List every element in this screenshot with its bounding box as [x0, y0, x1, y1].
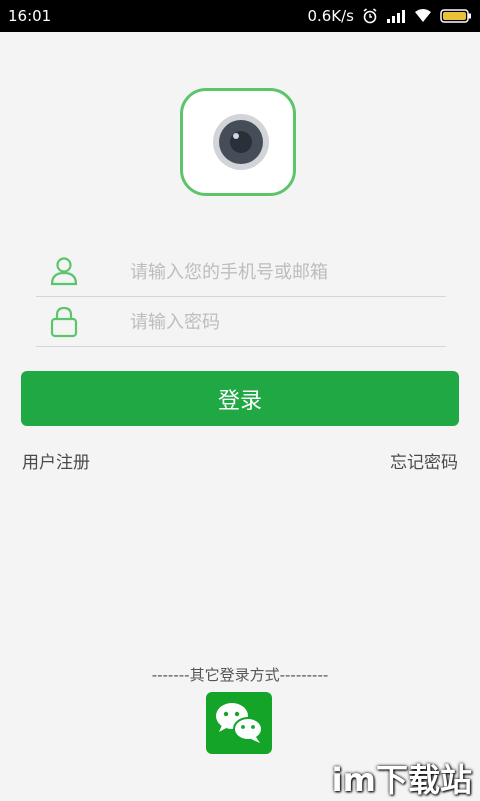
lock-icon — [50, 306, 78, 342]
other-login-label: -------其它登录方式--------- — [151, 666, 329, 684]
watermark: im下载站 — [331, 761, 472, 799]
cell-signal-icon — [386, 8, 406, 24]
user-icon — [50, 256, 78, 290]
status-time: 16:01 — [8, 7, 52, 25]
phone-email-input[interactable] — [128, 256, 432, 288]
wifi-icon — [414, 8, 432, 24]
status-bar: 16:01 0.6K/s — [0, 0, 480, 32]
password-field — [36, 298, 446, 347]
phone-email-field — [36, 248, 446, 297]
status-icons: 0.6K/s — [307, 7, 472, 25]
wechat-login-button[interactable] — [206, 692, 272, 754]
battery-icon — [440, 8, 472, 24]
password-input[interactable] — [128, 306, 432, 338]
wechat-icon — [216, 703, 263, 743]
camera-lens-icon — [213, 114, 269, 170]
app-logo — [180, 88, 296, 196]
login-button[interactable]: 登录 — [21, 371, 459, 426]
alarm-clock-icon — [362, 8, 378, 24]
register-link[interactable]: 用户注册 — [22, 448, 90, 473]
network-speed: 0.6K/s — [307, 7, 354, 25]
forgot-password-link[interactable]: 忘记密码 — [390, 448, 458, 473]
